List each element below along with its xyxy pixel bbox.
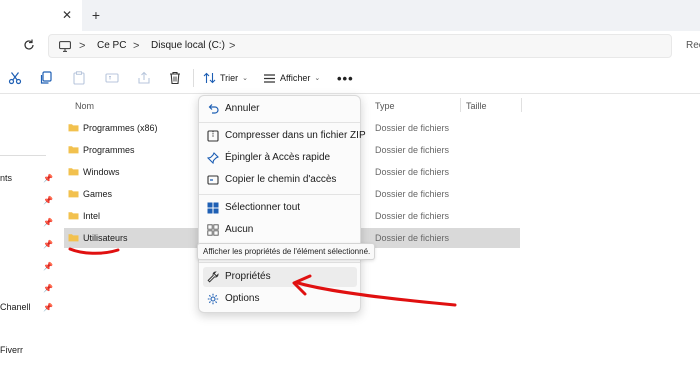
more-options-icon[interactable]: ••• [337, 71, 354, 86]
breadcrumb-disque-local[interactable]: Disque local (C:) [151, 40, 225, 51]
pin-icon [207, 152, 219, 164]
search-placeholder: Rec [686, 40, 700, 51]
menu-item-label: Épingler à Accès rapide [225, 152, 331, 163]
sort-icon [203, 72, 216, 84]
folder-icon [68, 234, 79, 242]
menu-item-label: Compresser dans un fichier ZIP [225, 130, 366, 141]
trash-icon[interactable] [168, 71, 182, 85]
menu-item-label: Copier le chemin d'accès [225, 174, 337, 185]
nav-item[interactable]: nts [0, 173, 12, 183]
view-icon [264, 73, 275, 83]
undo-icon [208, 104, 219, 114]
select-all-icon [207, 202, 219, 214]
file-type: Dossier de fichiers [375, 123, 450, 133]
tooltip: Afficher les propriétés de l'élément sél… [197, 243, 375, 260]
file-name: Games [83, 189, 113, 199]
column-divider[interactable] [521, 98, 522, 112]
pin-icon: 📌 [43, 303, 53, 312]
pin-icon: 📌 [43, 218, 53, 227]
share-icon [138, 71, 150, 84]
pin-icon: 📌 [43, 174, 53, 183]
breadcrumb-separator: > [79, 40, 86, 52]
gear-icon [207, 293, 219, 305]
navigation-pane: nts 📌 📌 📌 📌 📌 📌 Chanell 📌 Fiverr [0, 95, 58, 368]
menu-item-select-none[interactable]: Aucun [203, 220, 357, 240]
menu-item-undo[interactable]: Annuler [203, 99, 357, 119]
view-button[interactable]: Afficher ⌄ [263, 69, 320, 87]
nav-item[interactable]: Fiverr [0, 345, 23, 355]
view-label: Afficher [280, 73, 311, 83]
scissors-icon[interactable] [8, 71, 22, 85]
search-input[interactable]: Rec [680, 34, 700, 58]
column-header-type[interactable]: Type [375, 101, 395, 111]
menu-item-properties[interactable]: Propriétés [203, 267, 357, 287]
file-name: Windows [83, 167, 120, 177]
breadcrumb-separator[interactable]: > [229, 40, 235, 52]
menu-item-label: Aucun [225, 224, 254, 235]
menu-separator [199, 262, 360, 263]
menu-item-label: Sélectionner tout [225, 202, 301, 213]
menu-item-label: Annuler [225, 103, 260, 114]
menu-item-select-all[interactable]: Sélectionner tout [203, 198, 357, 218]
column-header-name[interactable]: Nom [75, 101, 94, 111]
column-header-size[interactable]: Taille [466, 101, 487, 111]
menu-separator [199, 194, 360, 195]
tooltip-text: Afficher les propriétés de l'élément sél… [203, 247, 371, 256]
address-field[interactable]: > Ce PC > Disque local (C:) > [48, 34, 672, 58]
breadcrumb-separator: > [133, 40, 140, 52]
pin-icon: 📌 [43, 262, 53, 271]
chevron-down-icon: ⌄ [314, 75, 321, 82]
menu-item-label: Propriétés [225, 271, 271, 282]
file-name: Utilisateurs [83, 233, 128, 243]
file-name: Intel [83, 211, 101, 221]
column-divider[interactable] [460, 98, 461, 112]
active-tab[interactable]: ✕ [0, 0, 82, 31]
file-name: Programmes (x86) [83, 123, 158, 133]
computer-icon [59, 41, 71, 52]
copy-path-icon [207, 175, 219, 185]
clipboard-icon [73, 71, 85, 85]
copy-icon[interactable] [39, 71, 53, 85]
file-type: Dossier de fichiers [375, 211, 450, 221]
sort-button[interactable]: Trier ⌄ [203, 69, 248, 87]
chevron-down-icon: ⌄ [242, 75, 249, 82]
menu-item-compress-zip[interactable]: Compresser dans un fichier ZIP [203, 126, 366, 146]
file-type: Dossier de fichiers [375, 145, 450, 155]
folder-icon [68, 124, 79, 132]
toolbar-divider [193, 69, 194, 87]
menu-item-pin-quick-access[interactable]: Épingler à Accès rapide [203, 148, 357, 168]
rename-icon [105, 73, 119, 83]
file-name: Programmes [83, 145, 135, 155]
menu-item-label: Options [225, 293, 260, 304]
file-type: Dossier de fichiers [375, 189, 450, 199]
pin-icon: 📌 [43, 240, 53, 249]
file-type: Dossier de fichiers [375, 233, 450, 243]
sort-label: Trier [220, 73, 239, 83]
menu-separator [199, 122, 360, 123]
refresh-icon[interactable] [22, 38, 36, 52]
folder-icon [68, 190, 79, 198]
folder-icon [68, 146, 79, 154]
command-bar: Trier ⌄ Afficher ⌄ ••• [0, 61, 700, 94]
address-bar: > Ce PC > Disque local (C:) > Rec [0, 31, 700, 61]
select-none-icon [207, 224, 219, 236]
nav-item[interactable]: Chanell [0, 302, 31, 312]
nav-divider [0, 155, 46, 156]
tab-bar: ✕ + [0, 0, 700, 31]
menu-item-options[interactable]: Options [203, 289, 357, 309]
folder-icon [68, 168, 79, 176]
menu-item-copy-path[interactable]: Copier le chemin d'accès [203, 170, 357, 190]
pin-icon: 📌 [43, 196, 53, 205]
plus-icon[interactable]: + [90, 8, 102, 22]
close-icon[interactable]: ✕ [61, 9, 73, 21]
red-underline-annotation [68, 247, 120, 255]
file-type: Dossier de fichiers [375, 167, 450, 177]
breadcrumb-ce-pc[interactable]: Ce PC [97, 40, 126, 51]
context-menu: Annuler Compresser dans un fichier ZIP É… [198, 95, 366, 313]
wrench-icon [207, 271, 219, 283]
pin-icon: 📌 [43, 284, 53, 293]
zip-icon [207, 130, 219, 142]
folder-icon [68, 212, 79, 220]
